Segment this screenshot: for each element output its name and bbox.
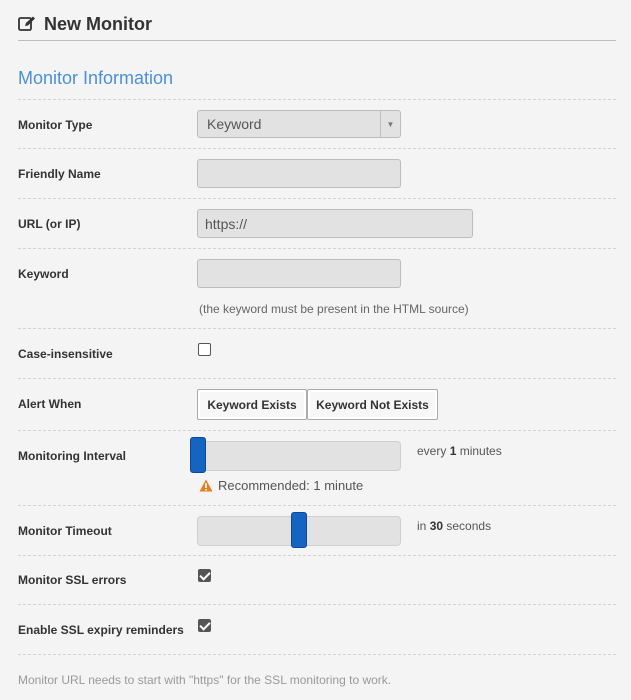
keyword-exists-button[interactable]: Keyword Exists [197,389,307,420]
keyword-input[interactable] [197,259,401,288]
ssl-errors-label: Monitor SSL errors [18,573,127,587]
monitor-type-select[interactable]: Keyword ▼ [197,110,401,138]
ssl-errors-checkbox[interactable] [198,569,211,582]
chevron-down-icon: ▼ [380,111,400,137]
divider [18,378,616,379]
keyword-hint: (the keyword must be present in the HTML… [199,302,469,316]
interval-warning: Recommended: 1 minute [199,478,363,493]
page-title: New Monitor [44,13,152,34]
alert-when-label: Alert When [18,397,82,411]
divider [18,654,616,655]
case-insensitive-label: Case-insensitive [18,347,113,361]
divider [18,248,616,249]
url-input[interactable]: https:// [197,209,473,238]
keyword-label: Keyword [18,267,69,281]
new-monitor-panel: New Monitor Monitor Information Monitor … [0,0,631,700]
divider [18,148,616,149]
interval-slider-track[interactable] [197,441,401,471]
ssl-footer-note: Monitor URL needs to start with "https" … [18,673,392,687]
monitor-type-value: Keyword [207,116,262,132]
monitor-type-label: Monitor Type [18,118,93,132]
case-insensitive-checkbox[interactable] [198,343,211,356]
divider [18,99,616,100]
warning-icon [199,479,213,492]
divider [18,430,616,431]
divider [18,505,616,506]
ssl-expiry-checkbox[interactable] [198,619,211,632]
warning-text: Recommended: 1 minute [218,478,364,493]
panel-header: New Monitor [18,8,616,41]
interval-slider-handle[interactable] [190,437,206,473]
timeout-slider-handle[interactable] [291,512,307,548]
url-label: URL (or IP) [18,217,81,231]
edit-icon [18,16,36,32]
monitoring-interval-label: Monitoring Interval [18,449,126,463]
section-title: Monitor Information [18,68,174,88]
interval-readout: every 1 minutes [417,444,502,458]
ssl-expiry-label: Enable SSL expiry reminders [18,623,184,637]
divider [18,198,616,199]
friendly-name-label: Friendly Name [18,167,101,181]
monitor-timeout-label: Monitor Timeout [18,524,112,538]
timeout-readout: in 30 seconds [417,519,492,533]
friendly-name-input[interactable] [197,159,401,188]
keyword-not-exists-button[interactable]: Keyword Not Exists [307,389,438,420]
divider [18,328,616,329]
divider [18,604,616,605]
divider [18,555,616,556]
